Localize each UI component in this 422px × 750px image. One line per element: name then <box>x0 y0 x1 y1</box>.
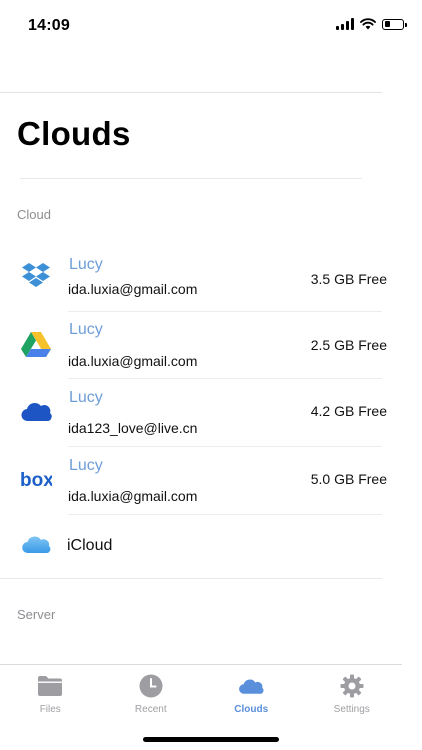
dropbox-icon <box>20 260 52 292</box>
section-header-cloud: Cloud <box>17 207 51 222</box>
tab-bar: Files Recent Clouds Settings <box>0 664 402 725</box>
google-drive-icon <box>20 329 52 361</box>
tab-label: Settings <box>333 704 370 715</box>
cellular-signal-icon <box>336 18 354 30</box>
account-name: Lucy <box>69 256 103 273</box>
section-divider <box>0 578 382 579</box>
box-icon: box <box>20 464 52 496</box>
account-free-space: 2.5 GB Free <box>310 337 387 353</box>
tab-clouds[interactable]: Clouds <box>201 665 302 725</box>
cloud-icon <box>238 674 264 698</box>
clock-icon <box>138 674 164 698</box>
account-free-space: 5.0 GB Free <box>310 471 387 487</box>
title-divider <box>20 178 362 179</box>
icloud-label: iCloud <box>67 537 113 554</box>
onedrive-icon <box>20 396 52 428</box>
account-row-dropbox[interactable]: Lucy ida.luxia@gmail.com 3.5 GB Free <box>0 246 400 312</box>
account-row-google-drive[interactable]: Lucy ida.luxia@gmail.com 2.5 GB Free <box>0 312 400 379</box>
tab-label: Files <box>39 704 61 715</box>
account-name: Lucy <box>69 321 103 338</box>
icloud-icon <box>20 529 52 561</box>
status-icons <box>336 18 407 30</box>
status-time: 14:09 <box>28 17 70 34</box>
page-title: Clouds <box>17 115 131 152</box>
icloud-row[interactable] <box>0 514 400 574</box>
account-email: ida.luxia@gmail.com <box>68 281 198 297</box>
account-row-onedrive[interactable]: Lucy ida123_love@live.cn 4.2 GB Free <box>0 379 400 447</box>
account-name: Lucy <box>69 457 103 474</box>
account-email: ida.luxia@gmail.com <box>68 488 198 504</box>
battery-icon <box>382 18 407 30</box>
gear-icon <box>339 674 365 698</box>
tab-recent[interactable]: Recent <box>101 665 202 725</box>
account-email: ida.luxia@gmail.com <box>68 353 198 369</box>
folder-icon <box>37 674 63 698</box>
wifi-icon <box>360 18 376 30</box>
home-indicator <box>143 737 279 742</box>
svg-text:box: box <box>20 470 52 490</box>
status-bar: 14:09 <box>0 0 422 50</box>
section-header-server: Server <box>17 607 56 622</box>
tab-settings[interactable]: Settings <box>302 665 403 725</box>
tab-label: Recent <box>134 704 167 715</box>
account-row-box[interactable]: box Lucy ida.luxia@gmail.com 5.0 GB Free <box>0 447 400 515</box>
tab-label: Clouds <box>234 704 269 715</box>
account-email: ida123_love@live.cn <box>68 420 198 436</box>
account-free-space: 3.5 GB Free <box>310 271 387 287</box>
account-free-space: 4.2 GB Free <box>310 403 387 419</box>
tab-files[interactable]: Files <box>0 665 101 725</box>
header-divider <box>0 92 382 93</box>
account-name: Lucy <box>69 389 103 406</box>
